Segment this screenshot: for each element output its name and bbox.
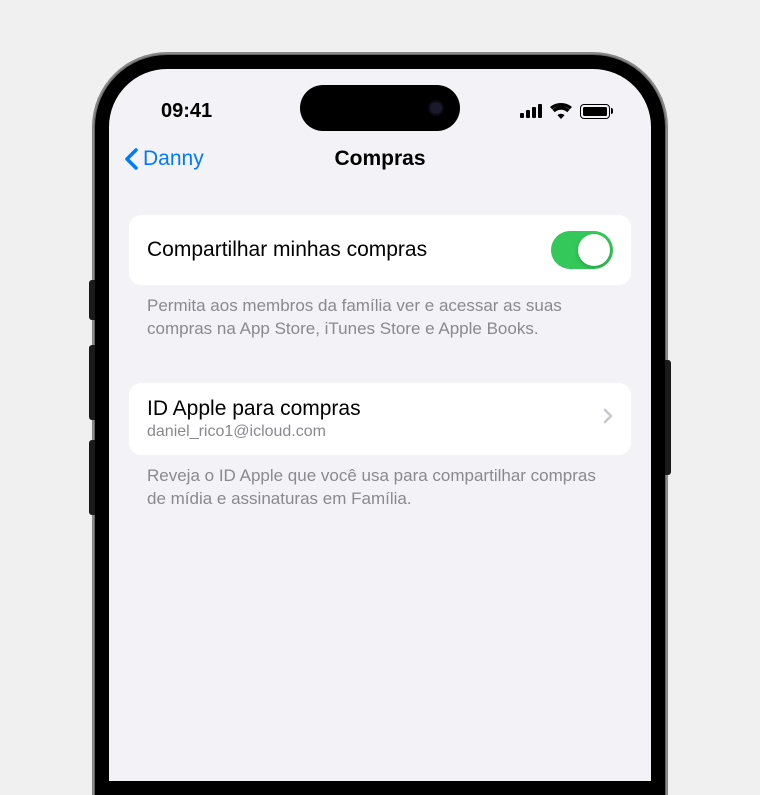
phone-frame: 09:41 [95, 55, 665, 795]
phone-volume-up-button [89, 345, 95, 420]
status-time: 09:41 [161, 100, 212, 123]
battery-icon [580, 104, 613, 119]
share-purchases-label: Compartilhar minhas compras [147, 238, 427, 262]
phone-side-button [89, 280, 95, 320]
status-icons [520, 103, 613, 119]
share-purchases-footer: Permita aos membros da família ver e ace… [129, 285, 631, 341]
apple-id-footer: Reveja o ID Apple que você usa para comp… [129, 455, 631, 511]
chevron-right-icon [603, 408, 613, 429]
wifi-icon [550, 103, 572, 119]
share-purchases-cell[interactable]: Compartilhar minhas compras [129, 215, 631, 285]
share-purchases-toggle[interactable] [551, 231, 613, 269]
phone-volume-down-button [89, 440, 95, 515]
toggle-knob [578, 234, 610, 266]
phone-power-button [665, 360, 671, 475]
apple-id-label: ID Apple para compras [147, 397, 361, 421]
navigation-bar: Danny Compras [109, 131, 651, 187]
cellular-signal-icon [520, 104, 542, 118]
dynamic-island [300, 85, 460, 131]
apple-id-text-group: ID Apple para compras daniel_rico1@iclou… [147, 397, 361, 441]
page-title: Compras [334, 147, 425, 171]
back-button-label: Danny [143, 147, 204, 171]
chevron-left-icon [123, 147, 139, 171]
front-camera [428, 100, 444, 116]
screen: 09:41 [109, 69, 651, 781]
apple-id-value: daniel_rico1@icloud.com [147, 423, 361, 441]
apple-id-cell[interactable]: ID Apple para compras daniel_rico1@iclou… [129, 383, 631, 455]
settings-content: Compartilhar minhas compras Permita aos … [109, 187, 651, 511]
back-button[interactable]: Danny [123, 147, 204, 171]
